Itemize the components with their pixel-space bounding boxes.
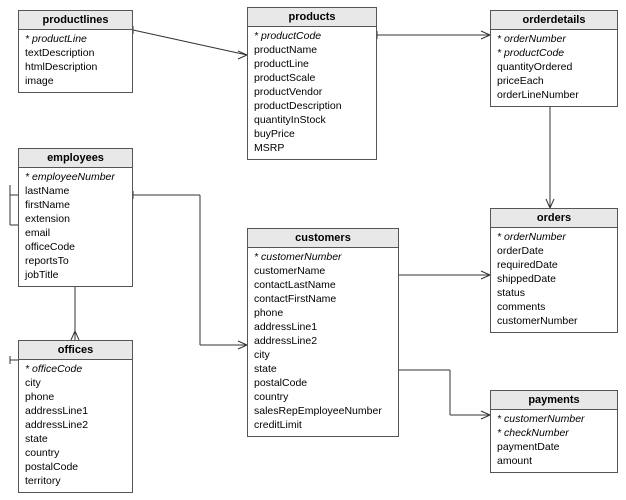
field-orderdetails-4: priceEach	[497, 74, 611, 88]
field-orders-7: customerNumber	[497, 314, 611, 328]
entity-offices-body: * officeCode city phone addressLine1 add…	[19, 360, 132, 492]
field-customers-6: addressLine1	[254, 320, 392, 334]
field-customers-7: addressLine2	[254, 334, 392, 348]
entity-orderdetails: orderdetails * orderNumber * productCode…	[490, 10, 618, 107]
entity-customers-title: customers	[248, 229, 398, 248]
entity-payments-body: * customerNumber * checkNumber paymentDa…	[491, 410, 617, 472]
field-customers-10: postalCode	[254, 376, 392, 390]
entity-employees-body: * employeeNumber lastName firstName exte…	[19, 168, 132, 286]
field-products-2: productName	[254, 43, 370, 57]
field-orders-5: status	[497, 286, 611, 300]
field-orderdetails-1: * orderNumber	[497, 32, 611, 46]
field-orders-4: shippedDate	[497, 272, 611, 286]
field-employees-4: extension	[25, 212, 126, 226]
field-products-4: productScale	[254, 71, 370, 85]
field-payments-2: * checkNumber	[497, 426, 611, 440]
field-offices-1: * officeCode	[25, 362, 126, 376]
entity-customers: customers * customerNumber customerName …	[247, 228, 399, 437]
field-products-3: productLine	[254, 57, 370, 71]
field-offices-3: phone	[25, 390, 126, 404]
field-employees-5: email	[25, 226, 126, 240]
field-offices-9: territory	[25, 474, 126, 488]
field-employees-8: jobTitle	[25, 268, 126, 282]
entity-productlines-body: * productLine textDescription htmlDescri…	[19, 30, 132, 92]
entity-orders-title: orders	[491, 209, 617, 228]
field-customers-5: phone	[254, 306, 392, 320]
field-employees-2: lastName	[25, 184, 126, 198]
field-offices-6: state	[25, 432, 126, 446]
field-products-6: productDescription	[254, 99, 370, 113]
field-offices-2: city	[25, 376, 126, 390]
entity-payments: payments * customerNumber * checkNumber …	[490, 390, 618, 473]
entity-offices: offices * officeCode city phone addressL…	[18, 340, 133, 493]
field-offices-8: postalCode	[25, 460, 126, 474]
entity-products-body: * productCode productName productLine pr…	[248, 27, 376, 159]
entity-employees-title: employees	[19, 149, 132, 168]
field-employees-1: * employeeNumber	[25, 170, 126, 184]
field-customers-1: * customerNumber	[254, 250, 392, 264]
field-customers-13: creditLimit	[254, 418, 392, 432]
field-customers-11: country	[254, 390, 392, 404]
field-employees-7: reportsTo	[25, 254, 126, 268]
entity-customers-body: * customerNumber customerName contactLas…	[248, 248, 398, 436]
field-products-1: * productCode	[254, 29, 370, 43]
field-productlines-2: textDescription	[25, 46, 126, 60]
field-payments-4: amount	[497, 454, 611, 468]
field-customers-4: contactFirstName	[254, 292, 392, 306]
field-orders-2: orderDate	[497, 244, 611, 258]
field-payments-3: paymentDate	[497, 440, 611, 454]
field-customers-9: state	[254, 362, 392, 376]
entity-products-title: products	[248, 8, 376, 27]
field-customers-2: customerName	[254, 264, 392, 278]
field-employees-6: officeCode	[25, 240, 126, 254]
entity-orderdetails-title: orderdetails	[491, 11, 617, 30]
field-productlines-1: * productLine	[25, 32, 126, 46]
entity-productlines: productlines * productLine textDescripti…	[18, 10, 133, 93]
field-products-7: quantityInStock	[254, 113, 370, 127]
entity-orders: orders * orderNumber orderDate requiredD…	[490, 208, 618, 333]
entity-employees: employees * employeeNumber lastName firs…	[18, 148, 133, 287]
entity-products: products * productCode productName produ…	[247, 7, 377, 160]
entity-offices-title: offices	[19, 341, 132, 360]
erd-diagram: productlines * productLine textDescripti…	[0, 0, 626, 500]
field-orders-6: comments	[497, 300, 611, 314]
entity-orderdetails-body: * orderNumber * productCode quantityOrde…	[491, 30, 617, 106]
field-offices-7: country	[25, 446, 126, 460]
field-orderdetails-5: orderLineNumber	[497, 88, 611, 102]
field-productlines-4: image	[25, 74, 126, 88]
field-customers-3: contactLastName	[254, 278, 392, 292]
entity-productlines-title: productlines	[19, 11, 132, 30]
field-offices-5: addressLine2	[25, 418, 126, 432]
field-products-5: productVendor	[254, 85, 370, 99]
field-orders-3: requiredDate	[497, 258, 611, 272]
field-payments-1: * customerNumber	[497, 412, 611, 426]
field-customers-8: city	[254, 348, 392, 362]
field-orderdetails-3: quantityOrdered	[497, 60, 611, 74]
field-employees-3: firstName	[25, 198, 126, 212]
entity-orders-body: * orderNumber orderDate requiredDate shi…	[491, 228, 617, 332]
field-offices-4: addressLine1	[25, 404, 126, 418]
field-orders-1: * orderNumber	[497, 230, 611, 244]
field-productlines-3: htmlDescription	[25, 60, 126, 74]
field-orderdetails-2: * productCode	[497, 46, 611, 60]
field-products-8: buyPrice	[254, 127, 370, 141]
entity-payments-title: payments	[491, 391, 617, 410]
field-customers-12: salesRepEmployeeNumber	[254, 404, 392, 418]
field-products-9: MSRP	[254, 141, 370, 155]
